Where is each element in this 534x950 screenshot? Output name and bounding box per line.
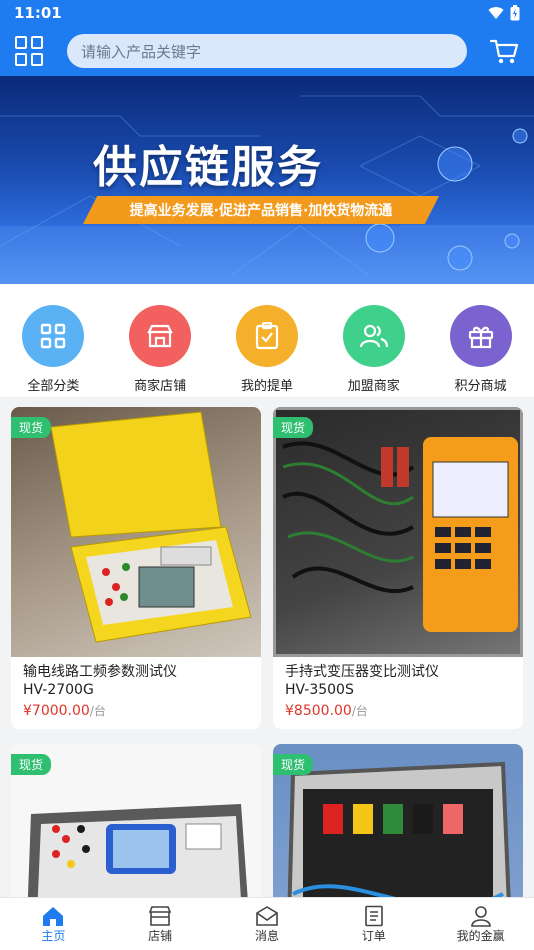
search-placeholder: 请输入产品关键字: [81, 42, 202, 61]
quick-points-mall[interactable]: 积分商城: [436, 305, 526, 394]
product-price: ¥8500.00/台: [273, 699, 523, 729]
users-icon: [342, 305, 405, 367]
quick-join-merchant[interactable]: 加盟商家: [329, 305, 419, 394]
tab-shop[interactable]: 店铺: [107, 898, 213, 950]
bottom-tab-bar: 主页 店铺 消息 订单 我的金赢: [0, 897, 534, 950]
quick-menu: 全部分类 商家店铺 我的提单 加盟商家 积分商城: [0, 284, 534, 397]
tab-label: 消息: [254, 928, 279, 943]
quick-label: 加盟商家: [347, 379, 400, 394]
product-card[interactable]: 现货 输电线路工频参数测试仪 HV-2700G ¥7000.00/台: [11, 407, 261, 729]
product-card[interactable]: 现货: [273, 744, 523, 897]
price-value: ¥8500.00: [285, 703, 352, 719]
home-icon: [43, 906, 64, 926]
promo-banner[interactable]: 供应链服务 提高业务发展·促进产品销售·加快货物流通: [0, 76, 534, 284]
category-grid-icon[interactable]: [15, 36, 45, 66]
search-input[interactable]: 请输入产品关键字: [67, 34, 467, 68]
product-card[interactable]: 现货 手持式变压器变比测试仪 HV-3500S ¥8500.00/台: [273, 407, 523, 729]
tab-messages[interactable]: 消息: [214, 898, 320, 950]
profile-icon: [470, 905, 491, 927]
wifi-icon: [488, 7, 504, 20]
product-name: 输电线路工频参数测试仪: [23, 664, 177, 680]
product-grid: 现货 输电线路工频参数测试仪 HV-2700G ¥7000.00/台 现货 手持…: [0, 397, 534, 897]
battery-icon: [510, 5, 520, 21]
tab-label: 订单: [361, 928, 386, 943]
clipboard-check-icon: [235, 305, 298, 367]
product-image: 现货: [273, 407, 523, 657]
banner-title: 供应链服务: [93, 142, 323, 193]
top-header: 请输入产品关键字: [0, 26, 534, 76]
order-icon: [364, 905, 383, 926]
product-title: 输电线路工频参数测试仪 HV-2700G: [11, 657, 261, 699]
status-time: 11:01: [14, 4, 62, 22]
banner-tagline: 提高业务发展·促进产品销售·加快货物流通: [83, 196, 439, 224]
tab-orders[interactable]: 订单: [321, 898, 427, 950]
quick-label: 我的提单: [240, 379, 293, 394]
tab-label: 我的金赢: [456, 928, 505, 943]
shop-icon: [149, 905, 172, 926]
tab-label: 店铺: [148, 928, 173, 943]
tab-profile[interactable]: 我的金赢: [428, 898, 534, 950]
gift-icon: [449, 305, 512, 367]
quick-label: 商家店铺: [134, 379, 187, 394]
quick-label: 全部分类: [27, 379, 80, 394]
product-price: ¥7000.00/台: [11, 699, 261, 729]
grid-icon: [22, 305, 85, 367]
product-image: 现货: [11, 407, 261, 657]
quick-merchant-stores[interactable]: 商家店铺: [115, 305, 205, 394]
product-image: 现货: [11, 744, 261, 897]
product-name: 手持式变压器变比测试仪: [285, 664, 439, 680]
product-image: 现货: [273, 744, 523, 897]
product-model: HV-2700G: [23, 682, 94, 698]
stock-badge: 现货: [11, 417, 52, 438]
quick-label: 积分商城: [454, 379, 507, 394]
stock-badge: 现货: [11, 754, 52, 775]
stock-badge: 现货: [273, 754, 314, 775]
tab-label: 主页: [41, 928, 66, 943]
status-icons: [488, 5, 520, 21]
price-unit: /台: [351, 704, 368, 718]
stock-badge: 现货: [273, 417, 314, 438]
product-card[interactable]: 现货: [11, 744, 261, 897]
price-value: ¥7000.00: [23, 703, 90, 719]
price-unit: /台: [89, 704, 106, 718]
cart-icon[interactable]: [489, 36, 519, 66]
quick-my-bills[interactable]: 我的提单: [222, 305, 312, 394]
store-icon: [129, 305, 192, 367]
message-icon: [256, 905, 278, 926]
product-title: 手持式变压器变比测试仪 HV-3500S: [273, 657, 523, 699]
status-bar: 11:01: [0, 0, 534, 26]
quick-all-categories[interactable]: 全部分类: [8, 305, 98, 394]
tab-home[interactable]: 主页: [0, 898, 106, 950]
product-model: HV-3500S: [285, 682, 354, 698]
